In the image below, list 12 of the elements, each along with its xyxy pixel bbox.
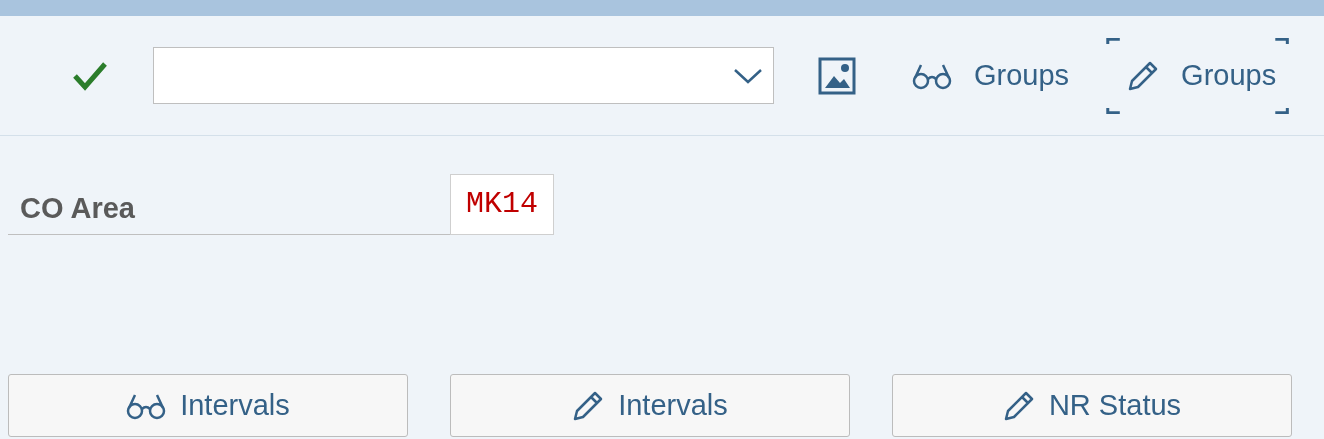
toolbar-button[interactable]: Groups bbox=[1105, 37, 1291, 114]
input-field[interactable]: MK14 bbox=[450, 174, 554, 235]
dropdown-field[interactable] bbox=[153, 47, 774, 104]
image-icon[interactable] bbox=[818, 56, 856, 95]
action-button[interactable]: NR Status bbox=[892, 374, 1292, 437]
chevron-down-icon bbox=[733, 66, 763, 85]
toolbar-button[interactable]: Groups bbox=[902, 37, 1080, 114]
pencil-icon bbox=[1002, 389, 1035, 422]
action-button[interactable]: Intervals bbox=[8, 374, 408, 437]
action-button[interactable]: Intervals bbox=[450, 374, 850, 437]
pencil-icon bbox=[572, 389, 605, 422]
pencil-icon bbox=[1127, 59, 1160, 92]
